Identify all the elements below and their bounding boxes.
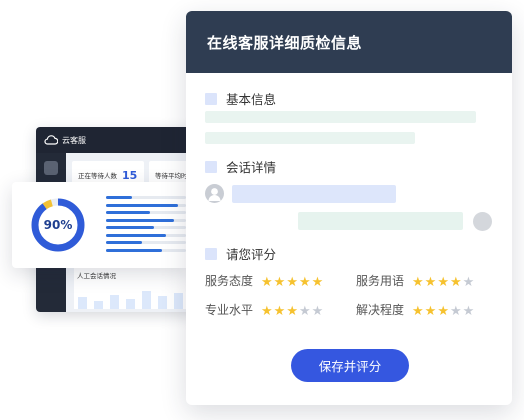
chart-bar: [142, 291, 151, 309]
card-title: 在线客服详细质检信息: [186, 11, 512, 73]
progress-fill: [106, 203, 178, 207]
rating-service-language: 服务用语 ★★★★★: [356, 271, 475, 290]
progress-fill: [106, 226, 154, 229]
progress-fill: [106, 196, 132, 199]
star-icon[interactable]: ★: [463, 275, 475, 290]
section-rating: 请您评分: [205, 244, 276, 263]
stat-label: 等待平均时: [155, 172, 188, 180]
placeholder-line: [205, 132, 415, 144]
rating-service-attitude: 服务态度 ★★★★★: [205, 271, 324, 290]
gauge-card: 90%: [12, 182, 190, 268]
rating-resolution-degree: 解决程度 ★★★★★: [356, 300, 475, 319]
star-rating: ★★★★★: [412, 300, 475, 319]
star-icon[interactable]: ★: [425, 304, 437, 319]
star-icon[interactable]: ★: [261, 304, 273, 319]
star-icon[interactable]: ★: [463, 304, 475, 319]
session-chart: 人工会话情况: [74, 267, 194, 309]
progress-fill: [106, 248, 162, 252]
dashboard-titlebar: 云客服: [36, 127, 196, 153]
star-icon[interactable]: ★: [299, 275, 311, 290]
section-checkbox[interactable]: [205, 160, 217, 173]
star-icon[interactable]: ★: [412, 275, 424, 290]
message-bubble-right: [298, 212, 463, 230]
detail-card: 在线客服详细质检信息 基本信息 会话详情 请您评分 服务态度 ★★★★★ 服务用…: [186, 11, 512, 405]
section-checkbox[interactable]: [205, 92, 217, 105]
star-icon[interactable]: ★: [437, 304, 449, 319]
rating-label: 专业水平: [205, 303, 254, 317]
star-icon[interactable]: ★: [412, 304, 424, 319]
star-icon[interactable]: ★: [299, 304, 311, 319]
stage: 云客服 正在等待人数 15 等待平均时 人工会话情况 90% 在线客服详细质检信…: [0, 0, 524, 420]
section-basic-info: 基本信息: [205, 89, 276, 108]
chart-bar: [126, 299, 135, 309]
section-title: 请您评分: [226, 247, 277, 262]
progress-fill: [106, 218, 174, 222]
sidebar-item[interactable]: [44, 161, 58, 175]
star-icon[interactable]: ★: [437, 275, 449, 290]
progress-fill: [106, 233, 166, 237]
chart-bar: [94, 301, 103, 309]
star-icon[interactable]: ★: [450, 275, 462, 290]
section-checkbox[interactable]: [205, 247, 217, 260]
chart-bar: [110, 295, 119, 309]
star-icon[interactable]: ★: [261, 275, 273, 290]
cloud-icon: [44, 135, 58, 145]
star-rating: ★★★★★: [412, 271, 475, 290]
customer-avatar: [473, 212, 492, 231]
star-icon[interactable]: ★: [274, 275, 286, 290]
user-icon: [208, 188, 221, 201]
section-title: 基本信息: [226, 92, 277, 107]
section-session-detail: 会话详情: [205, 157, 276, 176]
stat-label: 正在等待人数: [78, 172, 117, 180]
rating-label: 服务用语: [356, 274, 405, 288]
rating-professional-level: 专业水平 ★★★★★: [205, 300, 324, 319]
star-icon[interactable]: ★: [286, 275, 298, 290]
progress-fill: [106, 241, 142, 244]
star-icon[interactable]: ★: [312, 275, 324, 290]
chart-caption: 人工会话情况: [77, 272, 116, 280]
section-title: 会话详情: [226, 160, 277, 175]
save-and-rate-button[interactable]: 保存并评分: [291, 349, 409, 382]
message-bubble-left: [232, 185, 396, 203]
chart-bar: [158, 296, 167, 309]
stat-value: 15: [122, 168, 138, 182]
progress-fill: [106, 211, 150, 214]
star-rating: ★★★★★: [261, 271, 324, 290]
rating-label: 服务态度: [205, 274, 254, 288]
app-name: 云客服: [62, 135, 86, 145]
star-rating: ★★★★★: [261, 300, 324, 319]
star-icon[interactable]: ★: [274, 304, 286, 319]
placeholder-line: [205, 111, 476, 123]
chart-bar: [174, 293, 183, 309]
star-icon[interactable]: ★: [450, 304, 462, 319]
agent-avatar: [205, 184, 224, 203]
star-icon[interactable]: ★: [286, 304, 298, 319]
chart-bar: [78, 297, 87, 309]
star-icon[interactable]: ★: [425, 275, 437, 290]
gauge-percent: 90%: [43, 218, 73, 232]
star-icon[interactable]: ★: [312, 304, 324, 319]
rating-label: 解决程度: [356, 303, 405, 317]
